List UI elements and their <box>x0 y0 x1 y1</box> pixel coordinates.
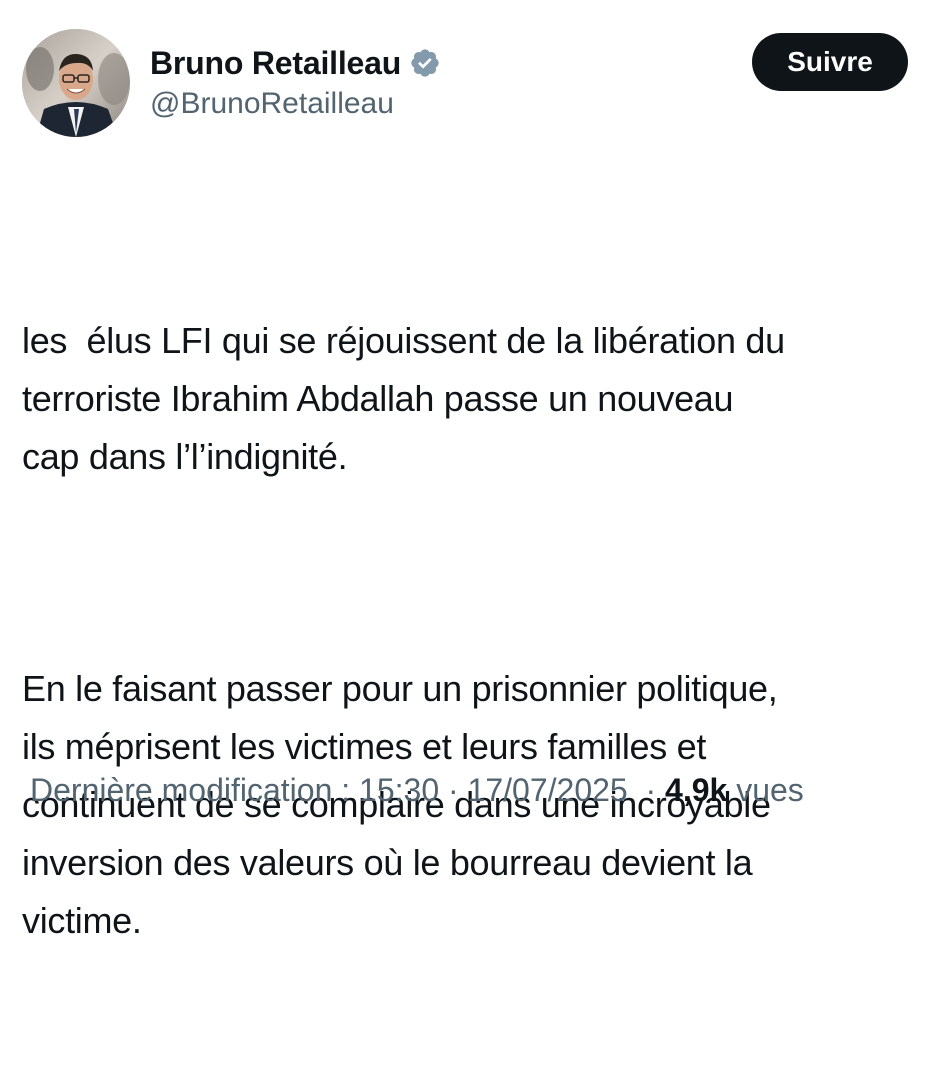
follow-button[interactable]: Suivre <box>752 33 908 91</box>
name-row: Bruno Retailleau <box>150 40 441 86</box>
views-label: vues <box>727 771 804 808</box>
edit-label[interactable]: Dernière modification : 15:30 <box>30 772 439 809</box>
post-date[interactable]: 17/07/2025 <box>468 772 628 809</box>
tweet-header: Bruno Retailleau @BrunoRetailleau Suivre <box>0 0 950 150</box>
tweet-card: Bruno Retailleau @BrunoRetailleau Suivre… <box>0 0 950 941</box>
views-count[interactable]: 4,9k <box>665 772 727 809</box>
tweet-meta: Dernière modification : 15:30 · 17/07/20… <box>30 768 804 812</box>
tweet-text: les élus LFI qui se réjouissent de la li… <box>22 196 922 1066</box>
display-name[interactable]: Bruno Retailleau <box>150 45 401 82</box>
meta-separator: · <box>627 771 666 808</box>
avatar[interactable] <box>22 29 130 137</box>
avatar-image <box>22 29 130 137</box>
tweet-paragraph: les élus LFI qui se réjouissent de la li… <box>22 320 785 477</box>
meta-separator: · <box>439 771 468 808</box>
verified-badge-icon <box>409 47 441 79</box>
handle[interactable]: @BrunoRetailleau <box>150 87 394 121</box>
